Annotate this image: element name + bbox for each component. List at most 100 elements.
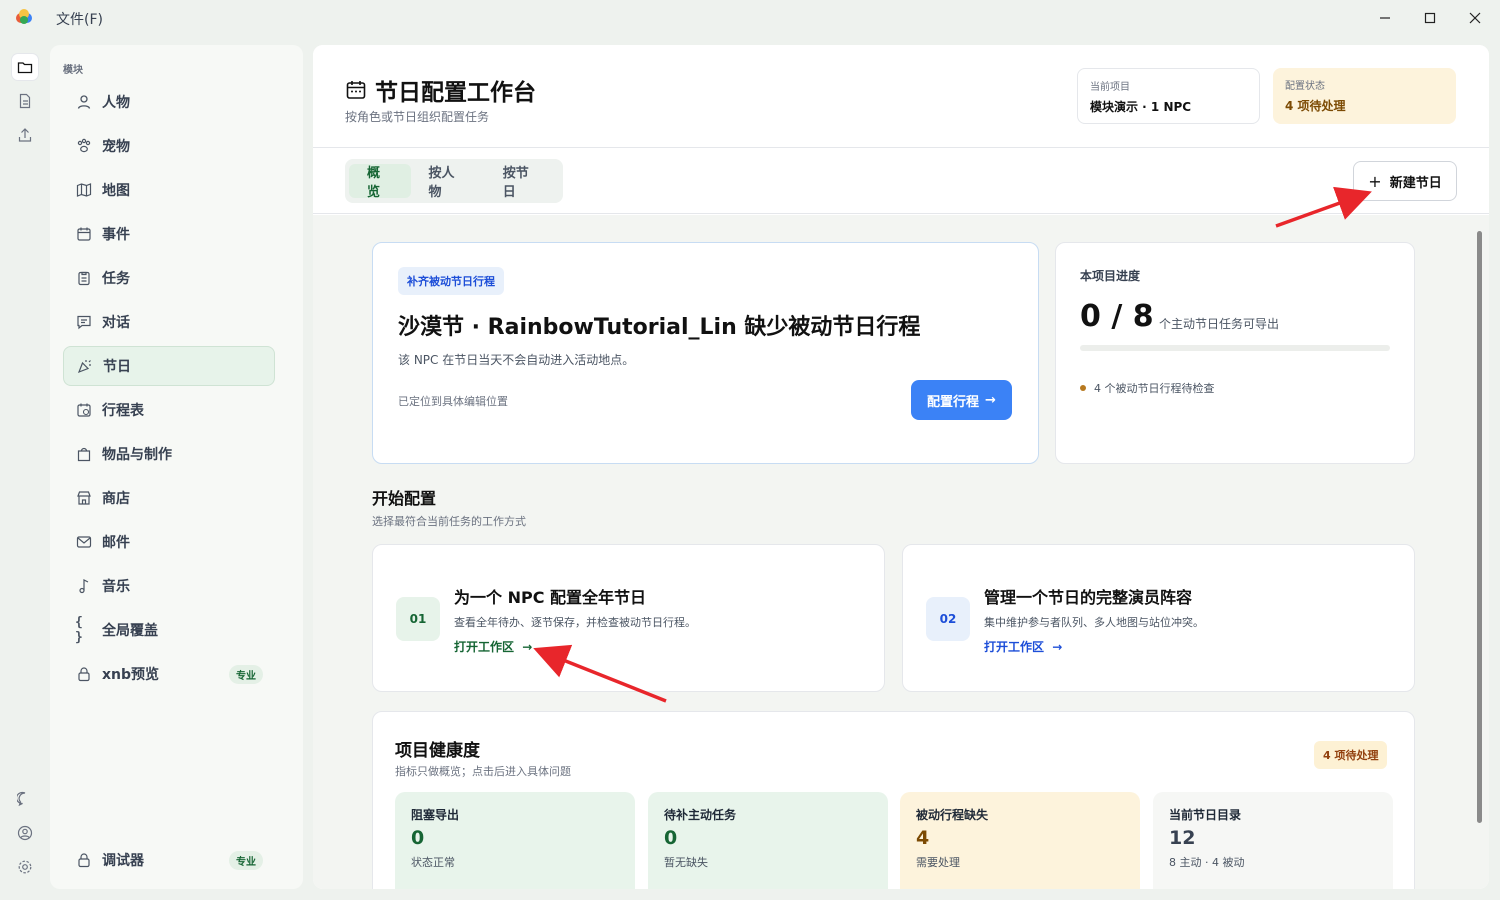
party-icon (76, 357, 94, 375)
arrow-right-icon: → (1052, 640, 1063, 654)
sidebar-item-label: 任务 (102, 271, 130, 287)
lock-icon (75, 851, 93, 869)
workflow-title: 管理一个节日的完整演员阵容 (984, 588, 1193, 607)
sidebar-item-global-overrides[interactable]: { } 全局覆盖 (63, 610, 275, 650)
close-button[interactable] (1453, 0, 1497, 36)
arrow-right-icon: → (522, 640, 533, 654)
workflow-card-npc[interactable]: 01 为一个 NPC 配置全年节日 查看全年待办、逐节保存，并检查被动节日行程。… (372, 544, 885, 692)
progress-note: 4 个被动节日行程待检查 (1080, 380, 1215, 396)
metric-missing-active-tasks[interactable]: 待补主动任务 0 暂无缺失 (648, 792, 888, 889)
metric-passive-schedule-missing[interactable]: 被动行程缺失 4 需要处理 (900, 792, 1140, 889)
calendar-icon (346, 81, 366, 99)
project-health-card: 项目健康度 指标只做概览；点击后进入具体问题 4 项待处理 阻塞导出 0 状态正… (372, 711, 1415, 889)
sidebar-item-quests[interactable]: 任务 (63, 258, 275, 298)
metric-value: 0 (664, 827, 678, 849)
alert-badge: 补齐被动节日行程 (398, 267, 504, 295)
sidebar-item-music[interactable]: 音乐 (63, 566, 275, 606)
file-menu[interactable]: 文件(F) (56, 9, 103, 29)
schedule-icon (75, 401, 93, 419)
bag-icon (75, 445, 93, 463)
page-title-text: 节日配置工作台 (375, 80, 536, 106)
workflow-description: 集中维护参与者队列、多人地图与站位冲突。 (984, 616, 1204, 629)
config-status-label: 配置状态 (1285, 81, 1325, 92)
config-status-value: 4 项待处理 (1285, 99, 1346, 113)
sidebar-item-label: 节日 (103, 359, 131, 375)
metric-value: 12 (1169, 827, 1196, 849)
progress-label: 本项目进度 (1080, 269, 1141, 283)
tab-overview[interactable]: 概览 (349, 164, 411, 200)
sidebar-item-pets[interactable]: 宠物 (63, 126, 275, 166)
new-festival-button[interactable]: + 新建节日 (1353, 161, 1457, 201)
open-workspace-link[interactable]: 打开工作区 → (454, 638, 532, 655)
progress-value: 0 / 8 (1080, 299, 1154, 334)
sidebar-item-mail[interactable]: 邮件 (63, 522, 275, 562)
minimize-button[interactable] (1363, 0, 1407, 36)
sidebar-item-xnb-preview[interactable]: xnb预览 专业 (63, 654, 275, 694)
content-scrollbar[interactable] (1476, 231, 1484, 871)
music-icon (75, 577, 93, 595)
lock-icon (75, 665, 93, 683)
alert-card: 补齐被动节日行程 沙漠节 · RainbowTutorial_Lin 缺少被动节… (372, 242, 1039, 464)
open-workspace-label: 打开工作区 (984, 640, 1045, 654)
sidebar-item-schedules[interactable]: 行程表 (63, 390, 275, 430)
close-icon (1469, 12, 1481, 24)
start-section-subtitle: 选择最符合当前任务的工作方式 (372, 515, 526, 528)
workflow-card-festival[interactable]: 02 管理一个节日的完整演员阵容 集中维护参与者队列、多人地图与站位冲突。 打开… (902, 544, 1415, 692)
config-status-box: 配置状态 4 项待处理 (1273, 68, 1456, 124)
page-title: 节日配置工作台 (345, 73, 536, 107)
page-subtitle: 按角色或节日组织配置任务 (345, 110, 490, 124)
arrow-right-icon: → (985, 392, 996, 408)
progress-unit: 个主动节日任务可导出 (1159, 317, 1280, 331)
app-logo-icon (16, 9, 32, 24)
maximize-button[interactable] (1408, 0, 1452, 36)
page-header: 节日配置工作台 按角色或节日组织配置任务 当前项目 模块演示 · 1 NPC 配… (313, 45, 1489, 148)
settings-gear-icon[interactable] (12, 854, 38, 880)
sidebar-item-label: 调试器 (102, 853, 144, 869)
sidebar-item-items-crafting[interactable]: 物品与制作 (63, 434, 275, 474)
tab-by-character[interactable]: 按人物 (411, 164, 485, 200)
calendar-icon (75, 225, 93, 243)
account-icon[interactable] (12, 820, 38, 846)
sidebar-item-label: 物品与制作 (102, 447, 172, 463)
progress-note-text: 4 个被动节日行程待检查 (1094, 382, 1215, 395)
metric-note: 状态正常 (411, 856, 455, 869)
tab-by-festival[interactable]: 按节日 (485, 164, 559, 200)
sidebar-item-label: 音乐 (102, 579, 130, 595)
scrollbar-thumb[interactable] (1477, 231, 1482, 823)
sidebar-item-label: 商店 (102, 491, 130, 507)
metric-blocked-export[interactable]: 阻塞导出 0 状态正常 (395, 792, 635, 889)
metric-label: 待补主动任务 (664, 808, 737, 822)
main-panel: 节日配置工作台 按角色或节日组织配置任务 当前项目 模块演示 · 1 NPC 配… (313, 45, 1489, 889)
metric-festival-catalog[interactable]: 当前节日目录 12 8 主动 · 4 被动 (1153, 792, 1393, 889)
sidebar-item-maps[interactable]: 地图 (63, 170, 275, 210)
workflow-description: 查看全年待办、逐节保存，并检查被动节日行程。 (454, 616, 696, 629)
document-icon[interactable] (12, 88, 38, 114)
activity-rail (0, 36, 48, 900)
sidebar-item-label: 全局覆盖 (102, 623, 158, 639)
sidebar-item-characters[interactable]: 人物 (63, 82, 275, 122)
open-workspace-label: 打开工作区 (454, 640, 515, 654)
folder-icon[interactable] (12, 54, 38, 80)
person-icon (75, 93, 93, 111)
open-workspace-link[interactable]: 打开工作区 → (984, 638, 1062, 655)
upload-icon[interactable] (12, 122, 38, 148)
sidebar-item-dialogue[interactable]: 对话 (63, 302, 275, 342)
sidebar-item-events[interactable]: 事件 (63, 214, 275, 254)
metric-note: 需要处理 (916, 856, 960, 869)
sidebar-item-festivals[interactable]: 节日 (63, 346, 275, 386)
feedback-icon[interactable] (12, 786, 38, 812)
start-section-title: 开始配置 (372, 489, 437, 508)
configure-schedule-button[interactable]: 配置行程 → (911, 380, 1012, 420)
paw-icon (75, 137, 93, 155)
health-pending-badge: 4 项待处理 (1314, 741, 1388, 769)
sidebar-item-shops[interactable]: 商店 (63, 478, 275, 518)
metric-label: 阻塞导出 (411, 808, 460, 822)
metric-label: 当前节日目录 (1169, 808, 1242, 822)
sidebar-item-label: xnb预览 (102, 667, 160, 683)
sidebar-item-label: 宠物 (102, 139, 130, 155)
module-sidebar: 模块 人物 宠物 地图 事件 任务 对话 节日 行程表 物品与制作 商店 邮件 … (50, 45, 303, 889)
clipboard-icon (75, 269, 93, 287)
chat-icon (75, 313, 93, 331)
mail-icon (75, 533, 93, 551)
sidebar-item-debugger[interactable]: 调试器 专业 (63, 840, 275, 880)
